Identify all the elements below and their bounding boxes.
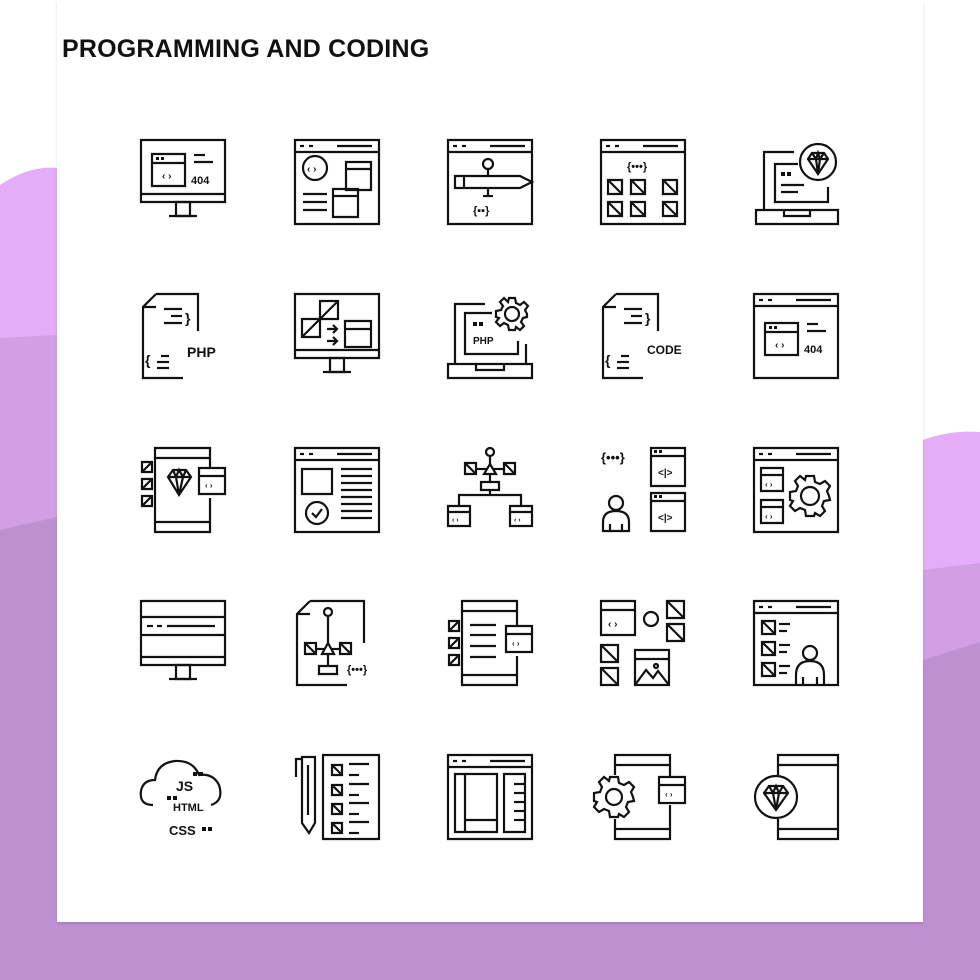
php-file-icon: } { PHP bbox=[133, 286, 233, 386]
browser-code-gear-icon: ‹ › ‹ › bbox=[746, 440, 846, 540]
svg-text:{▪▪}: {▪▪} bbox=[473, 205, 490, 217]
svg-text:‹ ›: ‹ › bbox=[205, 481, 213, 490]
svg-text:}: } bbox=[185, 310, 191, 326]
svg-text:‹ ›: ‹ › bbox=[514, 517, 521, 524]
browser-layout-icon bbox=[440, 747, 540, 847]
vector-hierarchy-icon: ‹ › ‹ › bbox=[440, 440, 540, 540]
browser-code-layout-icon: ‹ › bbox=[287, 132, 387, 232]
svg-text:<|>: <|> bbox=[658, 513, 673, 524]
svg-text:HTML: HTML bbox=[173, 802, 204, 814]
mobile-checklist-code-icon: ‹ › bbox=[440, 593, 540, 693]
svg-text:‹ ›: ‹ › bbox=[162, 171, 171, 182]
svg-text:‹ ›: ‹ › bbox=[307, 164, 316, 175]
svg-text:‹ ›: ‹ › bbox=[452, 517, 459, 524]
svg-text:CSS: CSS bbox=[169, 823, 196, 838]
svg-text:JS: JS bbox=[176, 778, 193, 794]
monitor-browser-icon bbox=[133, 593, 233, 693]
svg-text:‹ ›: ‹ › bbox=[775, 340, 784, 351]
page-title: PROGRAMMING AND CODING bbox=[62, 35, 430, 63]
svg-text:<|>: <|> bbox=[658, 468, 673, 479]
svg-text:‹ ›: ‹ › bbox=[765, 512, 773, 521]
monitor-404-icon: ‹ › 404 bbox=[133, 132, 233, 232]
code-file-icon: } { CODE bbox=[593, 286, 693, 386]
browser-user-list-icon bbox=[746, 593, 846, 693]
svg-text:‹ ›: ‹ › bbox=[665, 790, 673, 799]
svg-text:{•••}: {•••} bbox=[627, 161, 648, 173]
cloud-web-languages-icon: JS HTML CSS bbox=[133, 747, 233, 847]
svg-text:CODE: CODE bbox=[647, 343, 682, 357]
svg-text:{•••}: {•••} bbox=[347, 664, 368, 676]
monitor-transform-icon bbox=[287, 286, 387, 386]
browser-404-icon: ‹ › 404 bbox=[746, 286, 846, 386]
browser-grid-brackets-icon: {•••} bbox=[593, 132, 693, 232]
error-code-label: 404 bbox=[191, 175, 210, 187]
svg-text:‹ ›: ‹ › bbox=[608, 619, 617, 630]
svg-text:{•••}: {•••} bbox=[601, 450, 625, 465]
browser-approved-content-icon bbox=[287, 440, 387, 540]
svg-text:404: 404 bbox=[804, 344, 823, 356]
code-shapes-image-icon: ‹ › bbox=[593, 593, 693, 693]
svg-text:PHP: PHP bbox=[187, 344, 216, 360]
svg-text:}: } bbox=[645, 310, 651, 326]
mobile-diamond-icon bbox=[746, 747, 846, 847]
mobile-gear-code-icon: ‹ › bbox=[593, 747, 693, 847]
laptop-diamond-icon bbox=[746, 132, 846, 232]
laptop-php-gear-icon: PHP bbox=[440, 286, 540, 386]
svg-text:‹ ›: ‹ › bbox=[765, 480, 773, 489]
browser-pen-tool-icon: {▪▪} bbox=[440, 132, 540, 232]
pencil-checklist-icon bbox=[287, 747, 387, 847]
svg-text:‹ ›: ‹ › bbox=[512, 639, 520, 648]
svg-text:{: { bbox=[145, 352, 151, 368]
svg-text:PHP: PHP bbox=[473, 336, 494, 347]
svg-text:{: { bbox=[605, 352, 611, 368]
developer-code-windows-icon: {•••} <|> <|> bbox=[593, 440, 693, 540]
file-vector-brackets-icon: {•••} bbox=[287, 593, 387, 693]
mobile-diamond-code-icon: ‹ › bbox=[133, 440, 233, 540]
